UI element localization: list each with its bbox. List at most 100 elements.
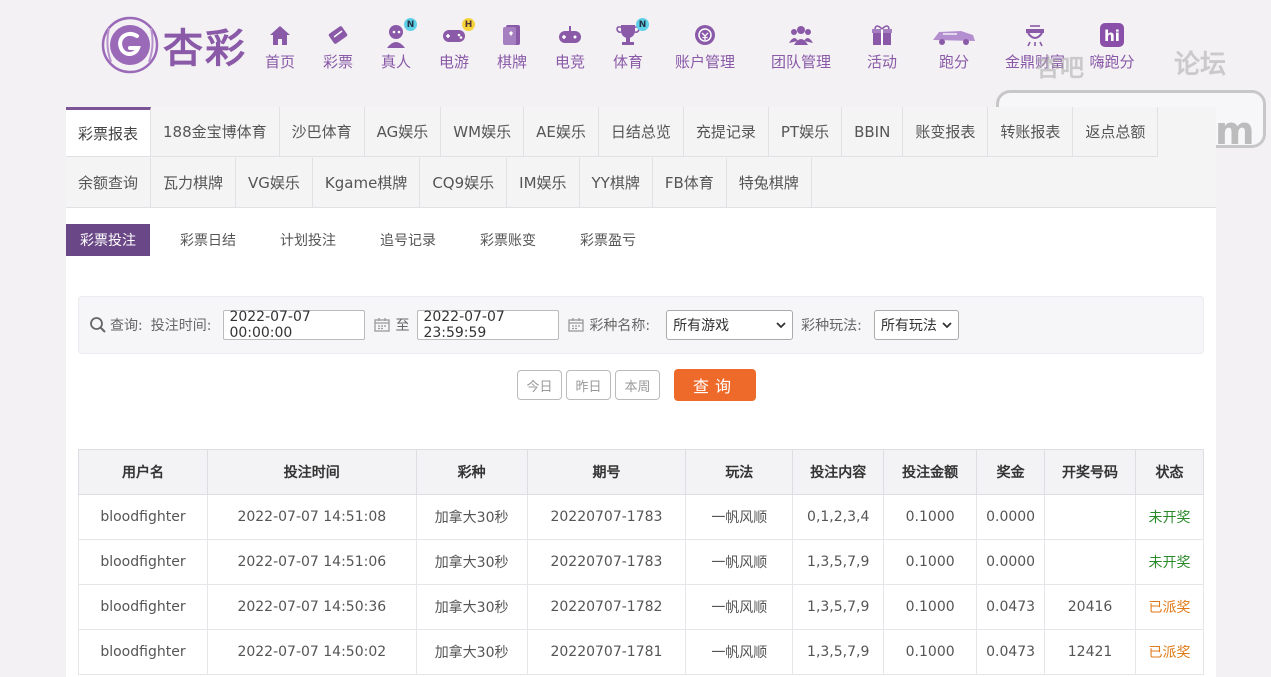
table-row: bloodfighter 2022-07-07 14:50:02 加拿大30秒 202… (78, 629, 1204, 675)
report-panel: 彩票报表 188金宝博体育 沙巴体育 AG娱乐 WM娱乐 AE娱乐 日结总览 充提记录 PT娱乐… (66, 107, 1216, 677)
chevron-down-icon (942, 321, 952, 328)
column-header: 期号 (526, 449, 687, 495)
table-cell: 加拿大30秒 (415, 584, 528, 630)
tab-tabs_row1-7[interactable]: 充提记录 (683, 107, 769, 157)
column-header: 状态 (1135, 449, 1204, 495)
nav-team[interactable]: 团队管理 (756, 22, 846, 72)
nav-hi-paofen[interactable]: hi 嗨跑分 (1076, 22, 1148, 72)
table-cell: 2022-07-07 14:50:36 (206, 584, 417, 630)
esports-icon (559, 26, 581, 43)
table-cell: 已派奖 (1135, 584, 1204, 630)
wealth-icon (1026, 25, 1044, 47)
calendar-icon[interactable] (374, 318, 391, 332)
nav-promo[interactable]: 活动 (852, 22, 912, 72)
table-cell: 20416 (1044, 584, 1136, 630)
table-cell: 2022-07-07 14:51:08 (206, 494, 417, 540)
tab-tabs_row1-12[interactable]: 返点总额 (1073, 107, 1159, 157)
nav-wealth[interactable]: 金鼎财富 (998, 22, 1072, 72)
home-icon (270, 26, 290, 45)
table-cell: 0.1000 (883, 584, 978, 630)
table-cell (1044, 494, 1136, 540)
table-cell: 一帆风顺 (685, 584, 794, 630)
tab-tabs_row1-5[interactable]: AE娱乐 (524, 107, 599, 157)
subtab-1[interactable]: 彩票日结 (166, 224, 250, 256)
table-row: bloodfighter 2022-07-07 14:51:08 加拿大30秒 202… (78, 494, 1204, 540)
table-cell: 1,3,5,7,9 (792, 539, 885, 585)
site-logo[interactable]: 杏彩 (101, 16, 251, 74)
table-cell: 一帆风顺 (685, 494, 794, 540)
tab-tabs_row2-4[interactable]: CQ9娱乐 (420, 158, 508, 208)
nav-home[interactable]: 首页 (256, 22, 304, 72)
quick-range-buttons: 今日 昨日 本周 (517, 370, 664, 400)
play-type-label: 彩种玩法: (801, 318, 862, 334)
table-cell: 0.0000 (976, 539, 1046, 585)
nav-account[interactable]: 账户管理 (660, 22, 750, 72)
game-name-label: 彩种名称: (589, 318, 651, 334)
column-header: 投注金额 (883, 449, 978, 495)
game-select[interactable]: 所有游戏 (666, 310, 794, 340)
today-button[interactable]: 今日 (517, 370, 562, 400)
start-date-input[interactable]: 2022-07-07 00:00:00 (223, 309, 366, 341)
subtab-5[interactable]: 彩票盈亏 (566, 224, 650, 256)
table-cell: bloodfighter (78, 539, 208, 585)
tab-tabs_row2-0[interactable]: 余额查询 (66, 158, 152, 208)
table-cell: 2022-07-07 14:51:06 (206, 539, 417, 585)
account-icon (695, 25, 715, 45)
to-label: 至 (395, 318, 410, 334)
table-cell: 未开奖 (1135, 539, 1204, 585)
table-cell: bloodfighter (78, 494, 208, 540)
subtab-4[interactable]: 彩票账变 (466, 224, 550, 256)
subtab-3[interactable]: 追号记录 (366, 224, 450, 256)
table-row: bloodfighter 2022-07-07 14:51:06 加拿大30秒 202… (78, 539, 1204, 585)
tab-tabs_row1-4[interactable]: WM娱乐 (441, 107, 525, 157)
table-cell: 已派奖 (1135, 629, 1204, 675)
nav-paofen[interactable]: 跑分 (922, 22, 986, 72)
tab-tabs_row2-3[interactable]: Kgame棋牌 (312, 158, 421, 208)
tab-tabs_row2-2[interactable]: VG娱乐 (236, 158, 313, 208)
table-cell: 加拿大30秒 (415, 629, 528, 675)
team-icon (789, 26, 813, 45)
subtab-2[interactable]: 计划投注 (266, 224, 350, 256)
tab-tabs_row1-0[interactable]: 彩票报表 (66, 107, 152, 157)
tab-tabs_row1-11[interactable]: 转账报表 (988, 107, 1074, 157)
tab-tabs_row2-8[interactable]: 特兔棋牌 (726, 158, 812, 208)
table-cell: 1,3,5,7,9 (792, 584, 885, 630)
nav-esports[interactable]: 电竞 (536, 22, 604, 72)
column-header: 彩种 (415, 449, 528, 495)
report-tabs: 彩票报表 188金宝博体育 沙巴体育 AG娱乐 WM娱乐 AE娱乐 日结总览 充提记录 PT娱乐… (66, 107, 1216, 208)
subtab-0[interactable]: 彩票投注 (66, 224, 150, 256)
nav-chess[interactable]: 棋牌 (488, 22, 536, 72)
nav-live[interactable]: N 真人 (372, 18, 420, 72)
table-cell: 0.1000 (883, 494, 978, 540)
table-cell: 20220707-1783 (526, 494, 687, 540)
this-week-button[interactable]: 本周 (615, 370, 660, 400)
tab-tabs_row2-7[interactable]: FB体育 (652, 158, 727, 208)
tab-tabs_row1-2[interactable]: 沙巴体育 (279, 107, 365, 157)
play-select[interactable]: 所有玩法 (873, 310, 959, 340)
tab-tabs_row1-1[interactable]: 188金宝博体育 (151, 107, 280, 157)
column-header: 奖金 (976, 449, 1046, 495)
tab-tabs_row2-1[interactable]: 瓦力棋牌 (151, 158, 237, 208)
column-header: 投注时间 (206, 449, 417, 495)
tab-tabs_row2-6[interactable]: YY棋牌 (579, 158, 653, 208)
end-date-input[interactable]: 2022-07-07 23:59:59 (417, 309, 560, 341)
table-cell: 0.0000 (976, 494, 1046, 540)
tab-tabs_row2-5[interactable]: IM娱乐 (507, 158, 580, 208)
logo-emblem-icon (101, 16, 159, 74)
column-header: 投注内容 (792, 449, 885, 495)
header: 杏彩 首页 彩票 N 真人 H 电游 棋牌 电竞 N 体育 账户管理 团队管理 … (0, 0, 1271, 153)
tab-tabs_row1-6[interactable]: 日结总览 (598, 107, 684, 157)
table-cell: 2022-07-07 14:50:02 (206, 629, 417, 675)
calendar-icon[interactable] (568, 318, 585, 332)
nav-slots[interactable]: H 电游 (420, 18, 488, 72)
table-cell: 20220707-1781 (526, 629, 687, 675)
table-cell: 12421 (1044, 629, 1136, 675)
yesterday-button[interactable]: 昨日 (566, 370, 611, 400)
nav-sports[interactable]: N 体育 (604, 18, 652, 72)
search-button[interactable]: 查询 (674, 369, 756, 401)
tab-tabs_row1-9[interactable]: BBIN (842, 107, 904, 157)
tab-tabs_row1-8[interactable]: PT娱乐 (768, 107, 843, 157)
tab-tabs_row1-3[interactable]: AG娱乐 (364, 107, 442, 157)
tab-tabs_row1-10[interactable]: 账变报表 (903, 107, 989, 157)
nav-lottery[interactable]: 彩票 (304, 22, 372, 72)
